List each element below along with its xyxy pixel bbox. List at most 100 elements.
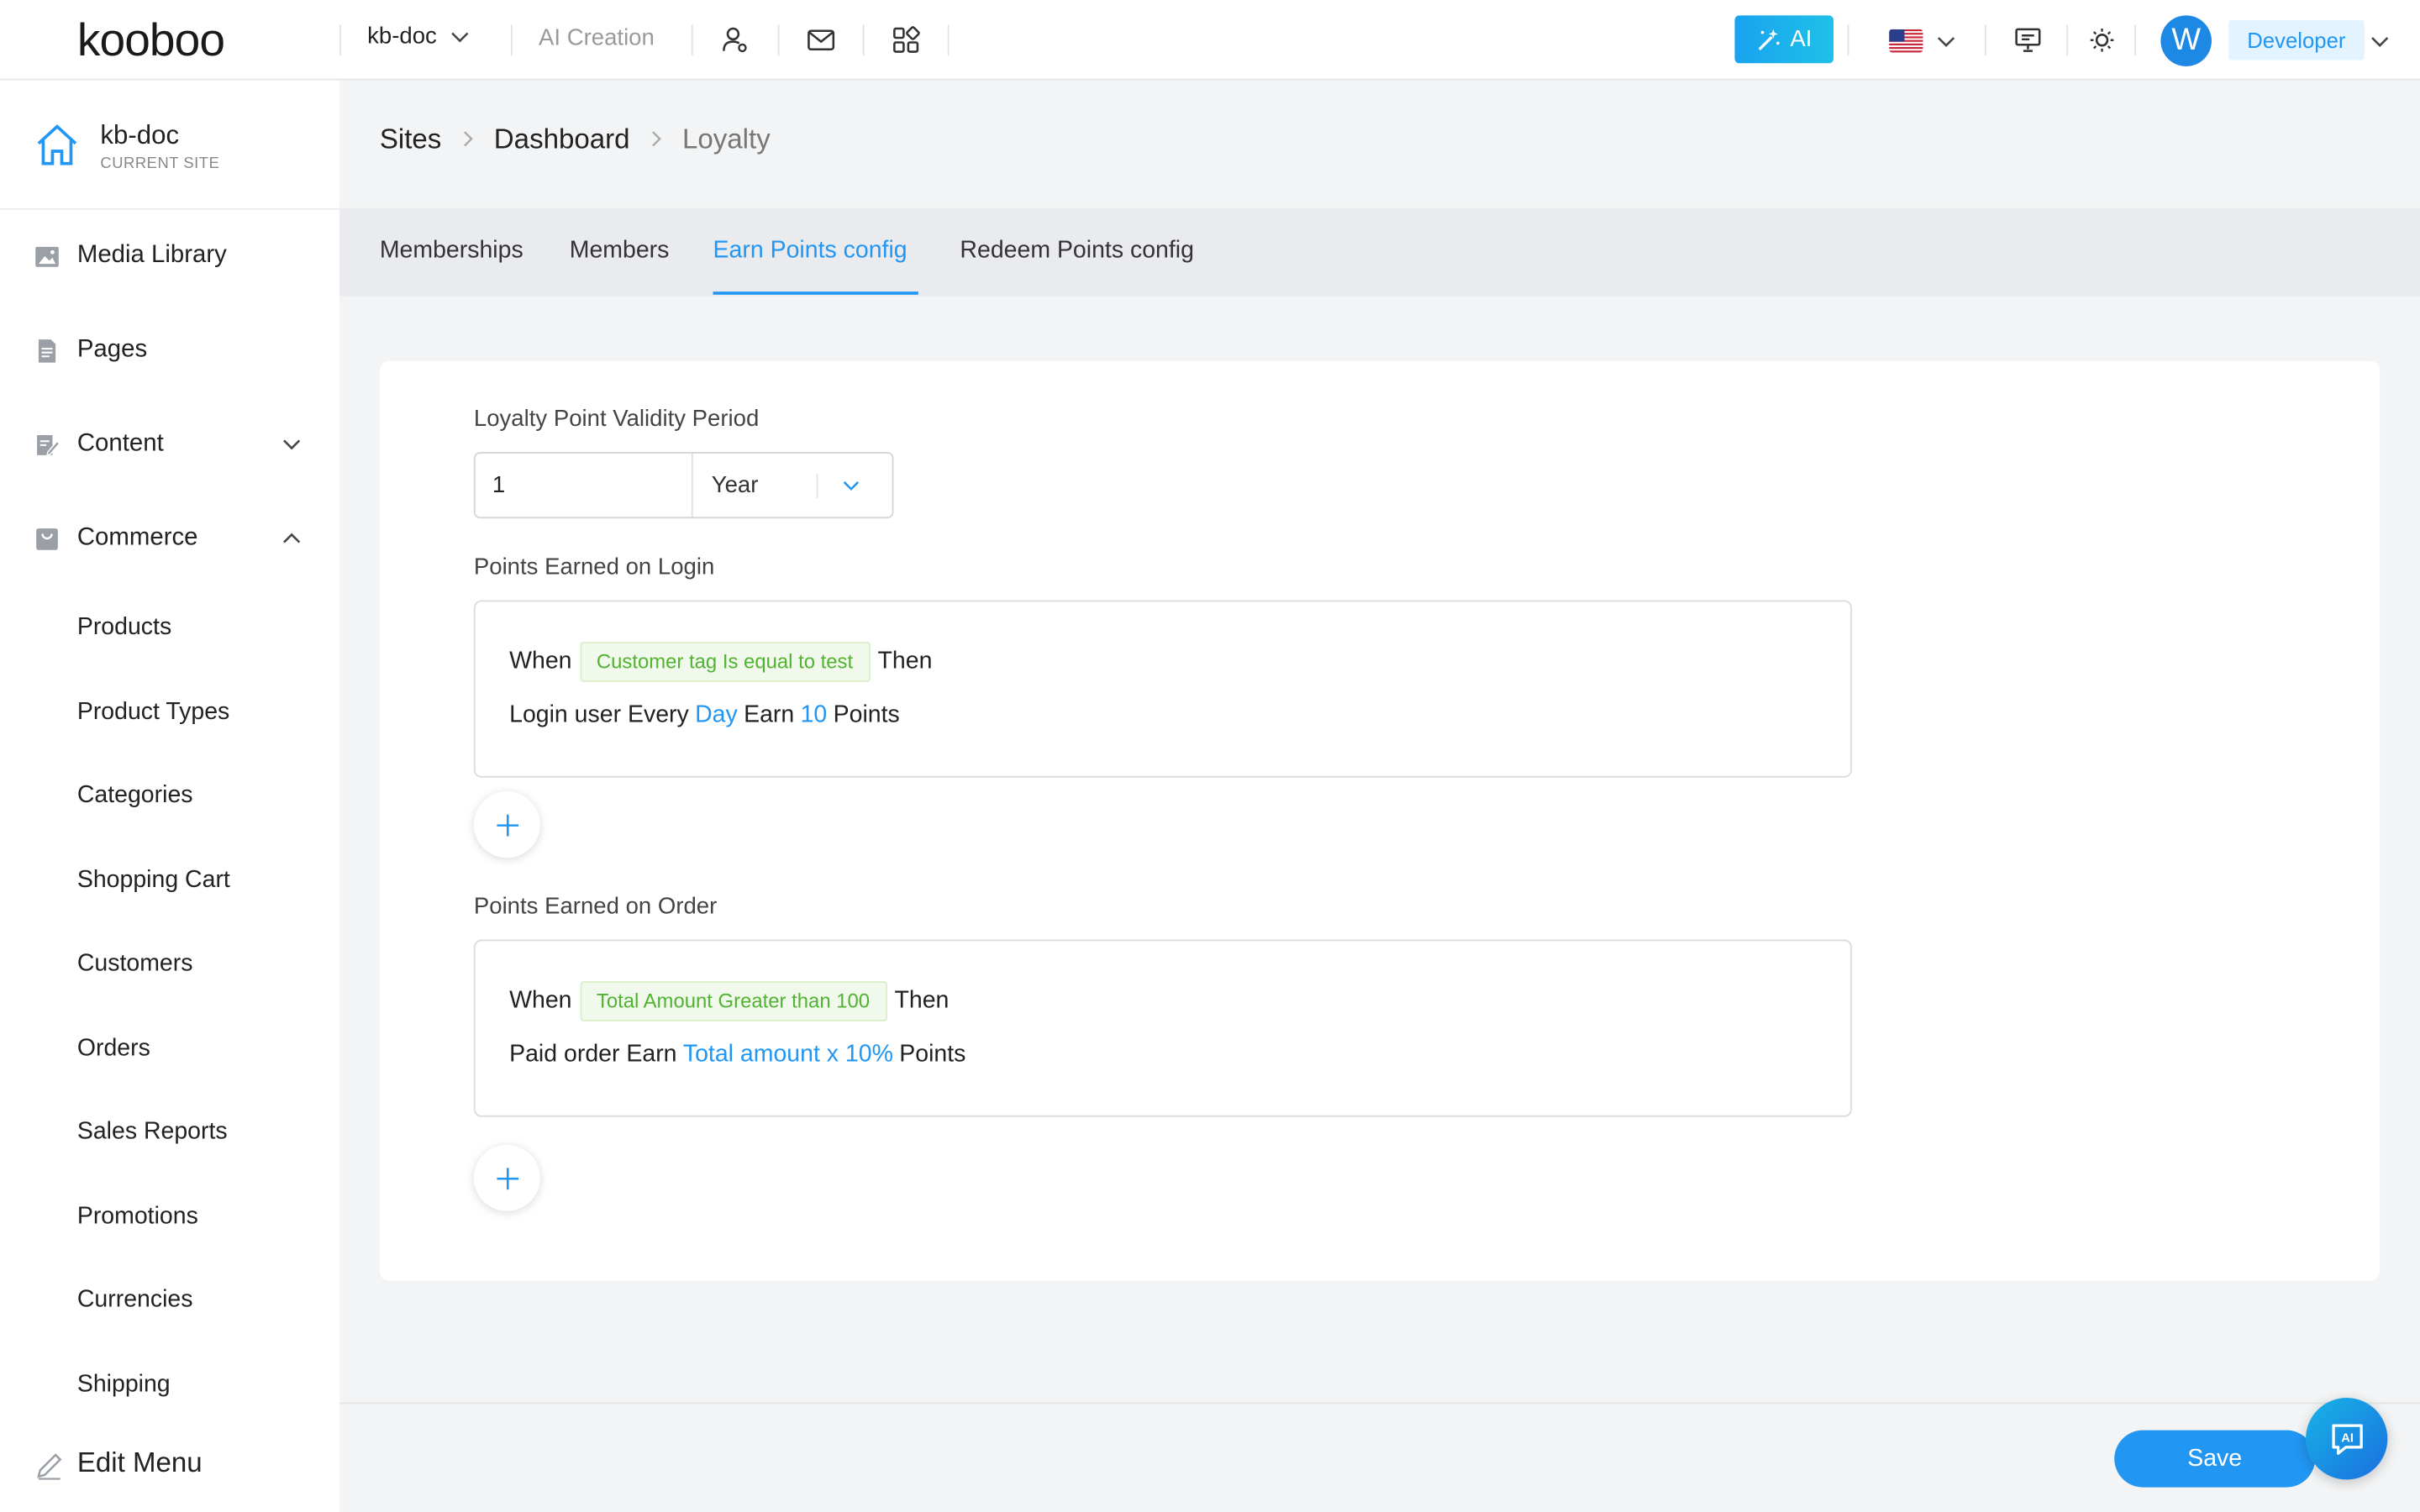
chevron-down-icon[interactable] (1935, 31, 1957, 53)
validity-period-input[interactable]: 1 (476, 453, 693, 517)
order-rule-condition-line: When Total Amount Greater than 100 Then (509, 981, 949, 1021)
document-icon (38, 339, 56, 363)
sidebar-item-label: Content (76, 430, 164, 457)
plus-icon (496, 1167, 518, 1189)
presentation-icon[interactable] (2011, 24, 2044, 57)
earn-points-form-card: Loyalty Point Validity Period 1 Year Poi… (379, 360, 2381, 1281)
save-button[interactable]: Save (2114, 1430, 2316, 1488)
divider (2066, 24, 2069, 56)
role-badge[interactable]: Developer (2228, 19, 2365, 60)
home-icon (37, 124, 77, 165)
sidebar-item-pages[interactable]: Pages (0, 319, 339, 381)
points-text: Points (833, 701, 900, 728)
divider (777, 24, 780, 56)
order-points-label: Points Earned on Order (473, 893, 718, 920)
add-order-rule-button[interactable] (473, 1144, 540, 1211)
sidebar-item-product-types[interactable]: Product Types (77, 699, 229, 727)
site-switcher-label: kb-doc (367, 23, 437, 50)
divider (510, 24, 513, 56)
login-points-value[interactable]: 10 (801, 702, 828, 730)
sidebar-item-orders[interactable]: Orders (77, 1035, 150, 1063)
ai-assistant-button[interactable]: AI (2306, 1398, 2388, 1480)
kooboo-logo[interactable]: kooboo (77, 15, 225, 67)
tab-earn-points-config[interactable]: Earn Points config (713, 238, 908, 265)
chevron-up-icon (283, 533, 301, 543)
points-text: Points (899, 1041, 966, 1068)
sidebar-item-products[interactable]: Products (77, 614, 171, 642)
sidebar-item-label: Commerce (76, 524, 198, 551)
image-icon (35, 246, 59, 267)
sidebar-item-categories[interactable]: Categories (77, 782, 193, 810)
tab-members[interactable]: Members (570, 238, 670, 265)
login-period-value[interactable]: Day (695, 702, 738, 730)
user-avatar[interactable]: W (2160, 15, 2212, 66)
sidebar-item-sales-reports[interactable]: Sales Reports (77, 1119, 228, 1147)
sidebar-item-commerce[interactable]: Commerce (0, 507, 339, 569)
order-rule-card[interactable]: When Total Amount Greater than 100 Then … (473, 939, 1853, 1117)
bag-icon (36, 528, 58, 550)
divider (1984, 24, 1986, 56)
earn-text: Earn (744, 701, 795, 728)
current-site-caption: CURRENT SITE (100, 155, 220, 173)
sidebar-item-media-library[interactable]: Media Library (0, 225, 339, 286)
magic-wand-icon (1758, 28, 1780, 50)
edit-menu-button[interactable]: Edit Menu (0, 1435, 339, 1496)
login-rule-card[interactable]: When Customer tag Is equal to test Then … (473, 600, 1853, 778)
order-rule-action-line: Paid order Earn Total amount x 10% Point… (509, 1042, 965, 1069)
tab-memberships[interactable]: Memberships (380, 238, 523, 265)
apps-grid-icon[interactable] (889, 24, 923, 57)
when-text: When (509, 987, 572, 1014)
tab-redeem-points-config[interactable]: Redeem Points config (960, 238, 1194, 265)
sidebar-item-currencies[interactable]: Currencies (77, 1287, 193, 1315)
chevron-down-icon (283, 439, 301, 450)
sidebar-item-content[interactable]: Content (0, 413, 339, 475)
login-rule-action-line: Login user Every Day Earn 10 Points (509, 702, 900, 730)
sidebar-item-shopping-cart[interactable]: Shopping Cart (77, 867, 230, 895)
order-condition-tag[interactable]: Total Amount Greater than 100 (579, 981, 887, 1021)
ai-chat-icon: AI (2331, 1423, 2362, 1454)
then-text: Then (894, 987, 950, 1014)
validity-unit-value: Year (711, 472, 759, 499)
divider (862, 24, 865, 56)
when-text: When (509, 648, 572, 675)
ai-button-label: AI (1790, 26, 1812, 53)
pencil-icon (37, 1453, 62, 1480)
edit-doc-icon (37, 434, 60, 456)
order-points-formula[interactable]: Total amount x 10% (683, 1042, 893, 1069)
mail-icon[interactable] (804, 24, 838, 57)
breadcrumb-dashboard[interactable]: Dashboard (494, 123, 630, 156)
divider (816, 473, 818, 499)
login-condition-tag[interactable]: Customer tag Is equal to test (579, 642, 871, 682)
divider (339, 24, 341, 56)
footer-divider (339, 1402, 2420, 1404)
sidebar-item-customers[interactable]: Customers (77, 950, 193, 978)
sidebar-item-shipping[interactable]: Shipping (77, 1372, 171, 1399)
site-switcher[interactable]: kb-doc (367, 24, 471, 50)
active-tab-indicator (713, 291, 918, 295)
divider (947, 24, 950, 56)
current-site-card[interactable]: kb-doc CURRENT SITE (0, 81, 340, 210)
add-login-rule-button[interactable] (473, 791, 540, 858)
chevron-right-icon (649, 128, 664, 152)
login-points-label: Points Earned on Login (473, 554, 715, 580)
sidebar-item-label: Media Library (76, 242, 227, 269)
validity-period-input-group: 1 Year (473, 452, 894, 519)
theme-sun-icon[interactable] (2085, 24, 2118, 57)
sidebar: kb-doc CURRENT SITE Media Library Pages … (0, 80, 340, 1512)
breadcrumb-loyalty: Loyalty (681, 123, 771, 155)
ai-creation-link[interactable]: AI Creation (539, 24, 655, 50)
validity-unit-select[interactable]: Year (693, 454, 892, 517)
validity-period-label: Loyalty Point Validity Period (473, 406, 760, 433)
edit-menu-label: Edit Menu (76, 1446, 203, 1478)
login-rule-prefix: Login user Every (509, 701, 689, 728)
divider (691, 24, 693, 56)
user-management-icon[interactable] (718, 24, 751, 57)
breadcrumb: Sites Dashboard Loyalty (380, 123, 771, 156)
breadcrumb-sites[interactable]: Sites (380, 123, 442, 156)
us-flag-icon[interactable] (1889, 29, 1923, 53)
ai-button[interactable]: AI (1734, 15, 1833, 64)
sidebar-item-label: Pages (76, 336, 148, 363)
sidebar-item-promotions[interactable]: Promotions (77, 1204, 198, 1231)
chevron-down-icon[interactable] (2369, 31, 2391, 53)
plus-icon (496, 813, 518, 836)
